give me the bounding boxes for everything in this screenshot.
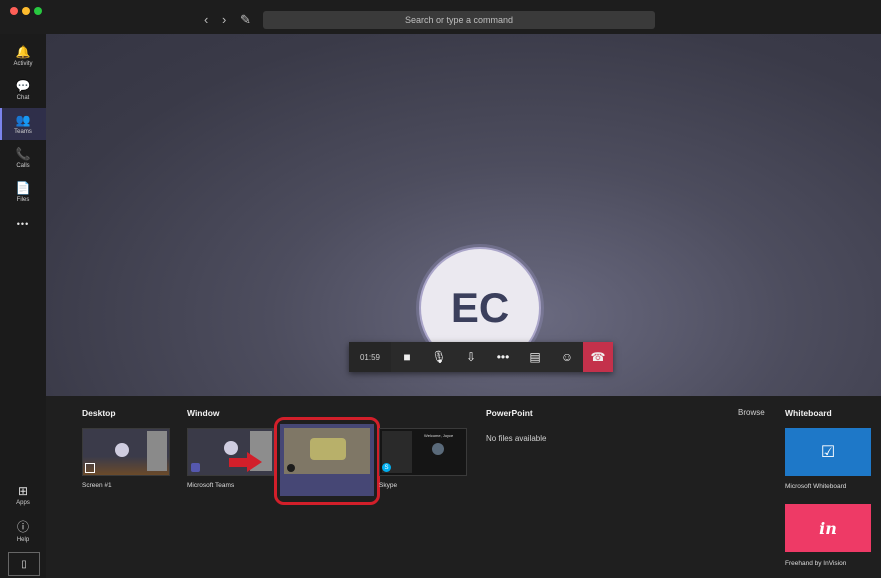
microsoft-whiteboard-tile[interactable]: ☑ (785, 428, 871, 476)
skype-window-thumbnail[interactable]: Welcome, Joyce S (379, 428, 467, 476)
title-bar: ‹ › ✎ Search or type a command (0, 0, 881, 34)
chat-icon: 💬 (15, 78, 31, 93)
mic-toggle-button[interactable]: 🎙 (423, 342, 455, 372)
browse-link[interactable]: Browse (738, 408, 765, 417)
rail-label: Chat (16, 94, 30, 101)
no-files-message: No files available (486, 434, 547, 443)
whiteboard-icon: ☑ (820, 444, 836, 461)
whiteboard-section-title: Whiteboard (785, 408, 832, 418)
rail-item-teams[interactable]: 👥 Teams (0, 108, 46, 140)
rail-item-apps[interactable]: ⊞ Apps (0, 484, 46, 506)
rail-item-chat[interactable]: 💬 Chat (0, 74, 46, 106)
rail-item-help[interactable]: ⓘ Help (0, 518, 46, 543)
phone-icon: 📞 (15, 146, 31, 161)
help-icon: ⓘ (16, 520, 29, 534)
hang-up-button[interactable]: ☎ (583, 342, 613, 372)
more-apps-button[interactable]: ••• (0, 208, 46, 240)
share-screen-button[interactable]: ⇩ (455, 342, 487, 372)
invision-logo: in (819, 518, 837, 538)
rail-label: Help (16, 537, 30, 543)
camera-toggle-button[interactable]: ■ (391, 342, 423, 372)
maximize-window-button[interactable] (34, 7, 42, 15)
hang-up-icon: ☎ (590, 350, 606, 364)
screen-share-icon (85, 463, 95, 473)
teams-window: ‹ › ✎ Search or type a command 🔔 Activit… (0, 0, 881, 578)
close-window-button[interactable] (10, 7, 18, 15)
device-icon[interactable]: ▯ (8, 552, 40, 576)
skype-icon: S (382, 463, 391, 472)
call-timer: 01:59 (349, 342, 391, 372)
minimize-window-button[interactable] (22, 7, 30, 15)
powerpoint-section-title: PowerPoint (486, 408, 533, 418)
show-conversation-button[interactable]: ▤ (519, 342, 551, 372)
rail-item-calls[interactable]: 📞 Calls (0, 142, 46, 174)
selection-highlight (274, 417, 380, 505)
rail-label: Apps (16, 500, 30, 506)
forward-button[interactable]: › (222, 12, 226, 27)
command-search-input[interactable]: Search or type a command (263, 11, 655, 29)
compose-icon[interactable]: ✎ (240, 12, 251, 28)
participants-icon: ☺ (560, 350, 574, 364)
avatar-preview (115, 443, 129, 457)
side-panel-preview (147, 431, 167, 471)
arrow-right-icon (247, 452, 262, 472)
rail-item-files[interactable]: 📄 Files (0, 176, 46, 208)
rail-item-activity[interactable]: 🔔 Activity (0, 40, 46, 72)
desktop-section-title: Desktop (82, 408, 116, 418)
screen-1-thumbnail[interactable] (82, 428, 170, 476)
microsoft-teams-label: Microsoft Teams (187, 482, 235, 489)
call-controls: 01:59 ■ 🎙 ⇩ ••• ▤ ☺ ☎ (349, 342, 613, 372)
avatar-preview (432, 443, 444, 455)
microsoft-whiteboard-label: Microsoft Whiteboard (785, 483, 847, 490)
more-actions-button[interactable]: ••• (487, 342, 519, 372)
arrow-shaft (229, 458, 249, 467)
chat-icon: ▤ (529, 350, 541, 364)
ellipsis-icon: ••• (496, 350, 510, 364)
show-participants-button[interactable]: ☺ (551, 342, 583, 372)
screen-1-label: Screen #1 (82, 482, 112, 489)
file-icon: 📄 (15, 180, 31, 195)
rail-label: Teams (14, 128, 32, 135)
rail-label: Activity (13, 60, 33, 67)
window-section-title: Window (187, 408, 220, 418)
search-placeholder: Search or type a command (404, 15, 514, 25)
apps-icon: ⊞ (17, 484, 29, 498)
rail-label: Files (16, 196, 30, 203)
teams-icon: 👥 (15, 112, 31, 127)
share-tray: Desktop Window PowerPoint Browse Whitebo… (46, 396, 881, 578)
app-rail: 🔔 Activity 💬 Chat 👥 Teams 📞 Calls 📄 File… (0, 34, 46, 578)
call-stage: EC 01:59 ■ 🎙 ⇩ ••• ▤ ☺ ☎ (46, 34, 881, 396)
skype-welcome-text: Welcome, Joyce (424, 433, 454, 438)
rail-label: Calls (16, 162, 30, 169)
skype-label: Skype (379, 482, 398, 489)
ellipsis-icon: ••• (16, 219, 30, 229)
bell-icon: 🔔 (15, 44, 31, 59)
invision-freehand-tile[interactable]: in (785, 504, 871, 552)
freehand-by-invision-label: Freehand by InVision (785, 560, 847, 567)
camera-icon: ■ (403, 350, 411, 364)
back-button[interactable]: ‹ (204, 12, 208, 27)
avatar-preview (224, 441, 238, 455)
teams-app-icon (191, 463, 200, 472)
microphone-icon: 🎙 (431, 350, 447, 364)
share-tray-icon: ⇩ (465, 350, 477, 364)
